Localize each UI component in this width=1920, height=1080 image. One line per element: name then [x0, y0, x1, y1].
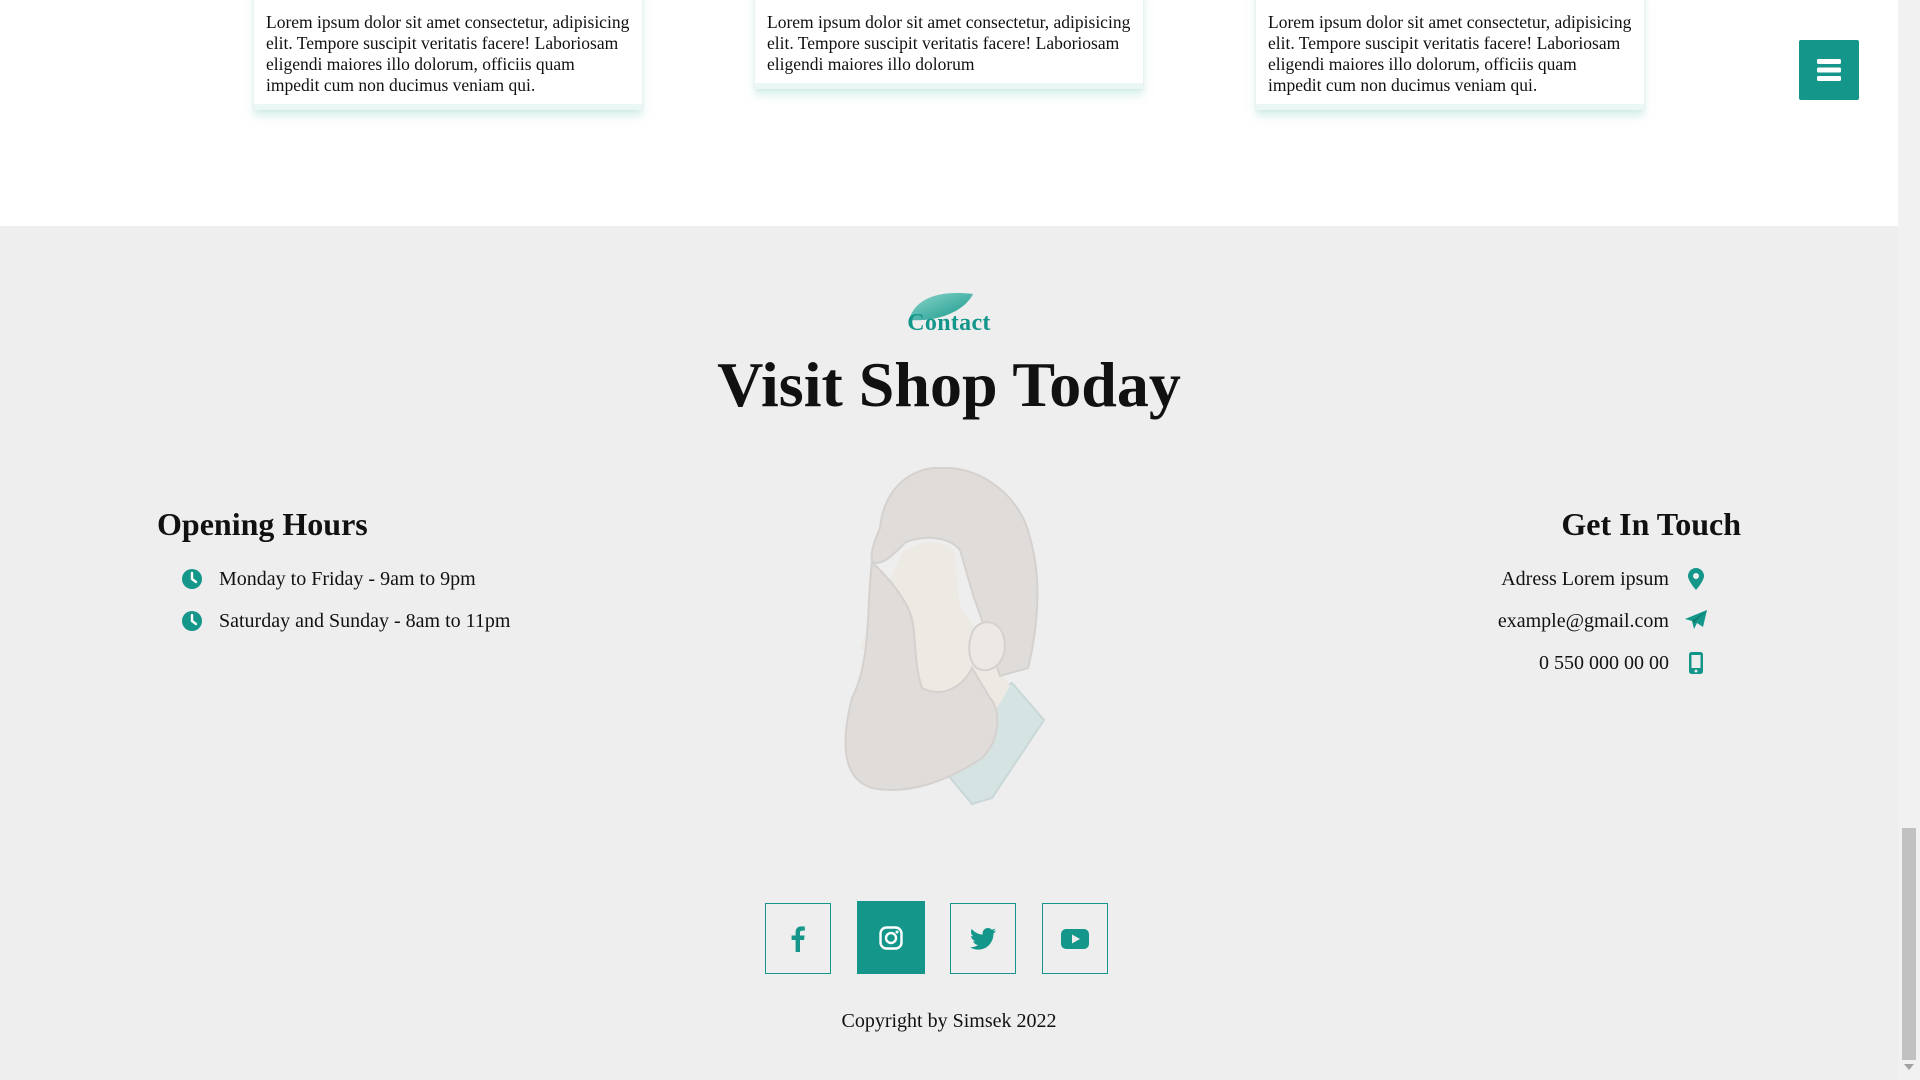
hours-text: Saturday and Sunday - 8am to 11pm	[219, 609, 511, 632]
copyright-text: Copyright by Simsek 2022	[841, 1010, 1057, 1032]
section-heading: Visit Shop Today	[717, 349, 1181, 420]
twitter-icon	[970, 927, 996, 950]
hamburger-menu-icon	[1816, 57, 1842, 83]
contact-item-address: Adress Lorem ipsum	[1200, 558, 1741, 600]
service-card: Lorem ipsum dolor sit amet consectetur, …	[254, 0, 642, 110]
instagram-icon	[879, 925, 903, 950]
phone-text[interactable]: 0 550 000 00 00	[1539, 652, 1669, 675]
hours-item: Saturday and Sunday - 8am to 11pm	[157, 600, 677, 642]
location-pin-icon	[1685, 568, 1707, 590]
card-text: Lorem ipsum dolor sit amet consectetur, …	[1268, 12, 1632, 95]
clock-icon	[181, 568, 203, 590]
mobile-phone-icon	[1685, 652, 1707, 674]
youtube-button[interactable]	[1042, 903, 1108, 974]
hours-item: Monday to Friday - 9am to 9pm	[157, 558, 677, 600]
menu-button[interactable]	[1799, 40, 1859, 100]
service-card: Lorem ipsum dolor sit amet consectetur, …	[755, 0, 1143, 89]
opening-hours: Opening Hours Monday to Friday - 9am to …	[157, 504, 677, 642]
section-kicker: Contact	[899, 288, 999, 342]
get-in-touch: Get In Touch Adress Lorem ipsum example@…	[1200, 504, 1741, 684]
barber-illustration	[832, 458, 1070, 823]
facebook-button[interactable]	[765, 903, 831, 974]
scrollbar-thumb[interactable]	[1902, 828, 1916, 1060]
card-text: Lorem ipsum dolor sit amet consectetur, …	[266, 12, 630, 95]
section-kicker-label: Contact	[907, 310, 991, 336]
service-card: Lorem ipsum dolor sit amet consectetur, …	[1256, 0, 1644, 110]
social-links	[765, 863, 1111, 974]
instagram-button[interactable]	[857, 901, 925, 974]
contact-item-email[interactable]: example@gmail.com	[1200, 600, 1741, 642]
vertical-scrollbar[interactable]	[1898, 0, 1920, 1080]
opening-hours-title: Opening Hours	[157, 506, 368, 542]
paper-plane-icon	[1685, 610, 1707, 632]
contact-item-phone[interactable]: 0 550 000 00 00	[1200, 642, 1741, 684]
youtube-icon	[1061, 928, 1089, 949]
twitter-button[interactable]	[950, 903, 1016, 974]
address-text: Adress Lorem ipsum	[1501, 567, 1669, 590]
email-text[interactable]: example@gmail.com	[1498, 610, 1669, 633]
get-in-touch-title: Get In Touch	[1561, 506, 1741, 542]
clock-icon	[181, 610, 203, 632]
card-text: Lorem ipsum dolor sit amet consectetur, …	[767, 12, 1131, 74]
hours-text: Monday to Friday - 9am to 9pm	[219, 567, 476, 590]
scroll-down-arrow-icon[interactable]	[1904, 1064, 1914, 1070]
services-section: Lorem ipsum dolor sit amet consectetur, …	[0, 0, 1898, 226]
facebook-icon	[791, 925, 805, 952]
page: Lorem ipsum dolor sit amet consectetur, …	[0, 0, 1898, 1080]
contact-section: Contact Visit Shop Today Opening Hours M…	[0, 226, 1898, 1080]
